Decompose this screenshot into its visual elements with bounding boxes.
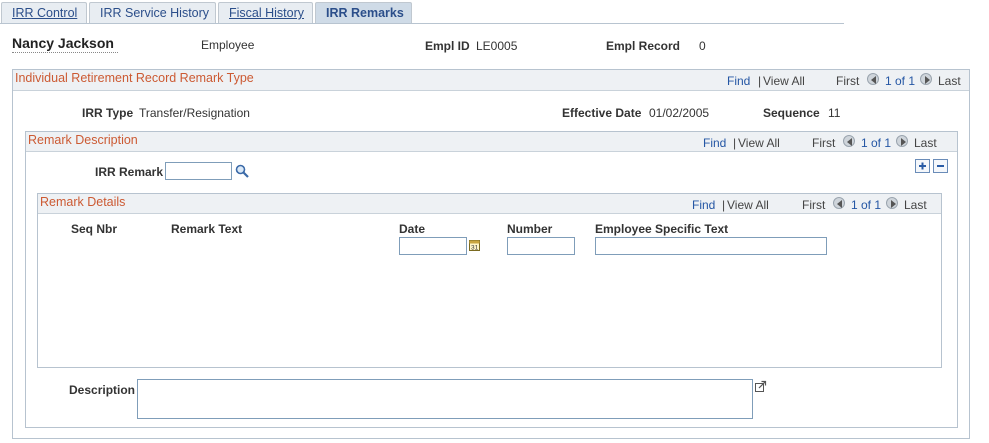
first-label: First [836, 74, 860, 88]
remark-type-panel: Individual Retirement Record Remark Type… [12, 69, 970, 439]
employee-role: Employee [201, 38, 255, 52]
remark-description-title: Remark Description [28, 133, 138, 147]
irr-type-label: IRR Type [82, 106, 134, 120]
sequence-label: Sequence [763, 106, 820, 120]
irr-type-value: Transfer/Resignation [139, 106, 250, 120]
remark-details-panel: Remark Details Find | View All First 1 o… [37, 193, 942, 368]
row-count: 1 of 1 [851, 198, 882, 212]
plus-icon[interactable] [915, 159, 930, 173]
tab-label: IRR Service History [100, 6, 210, 20]
tab-irr-service-history[interactable]: IRR Service History [89, 2, 216, 23]
remark-description-panel: Remark Description Find | View All First… [25, 131, 958, 428]
last-label: Last [914, 136, 937, 150]
previous-arrow-icon[interactable] [833, 197, 845, 209]
calendar-icon[interactable]: 31 [469, 239, 481, 255]
col-remark-text: Remark Text [171, 222, 243, 236]
remark-type-title: Individual Retirement Record Remark Type [15, 71, 254, 85]
description-textarea[interactable] [137, 379, 753, 419]
magnifier-icon[interactable] [235, 164, 249, 181]
tab-label: IRR Remarks [326, 6, 404, 20]
date-input[interactable] [399, 237, 467, 255]
first-label: First [802, 198, 826, 212]
next-arrow-icon[interactable] [920, 73, 932, 85]
tab-fiscal-history[interactable]: Fiscal History [218, 2, 313, 23]
last-label: Last [904, 198, 927, 212]
employee-name: Nancy Jackson [12, 35, 114, 51]
irr-remark-label: IRR Remark [95, 165, 164, 179]
col-date: Date [399, 222, 426, 236]
irr-remark-input[interactable] [165, 162, 232, 180]
next-arrow-icon[interactable] [886, 197, 898, 209]
previous-arrow-icon[interactable] [843, 135, 855, 147]
find-link[interactable]: Find [703, 136, 726, 150]
name-underline [12, 52, 118, 53]
previous-arrow-icon[interactable] [867, 73, 879, 85]
empl-id-value: LE0005 [476, 39, 518, 53]
find-link[interactable]: Find [727, 74, 750, 88]
empl-id-label: Empl ID [425, 39, 470, 53]
effective-date-label: Effective Date [562, 106, 642, 120]
effective-date-value: 01/02/2005 [649, 106, 710, 120]
employee-specific-text-input[interactable] [595, 237, 827, 255]
remark-description-header: Remark Description Find | View All First… [26, 132, 957, 152]
col-number: Number [507, 222, 553, 236]
find-link[interactable]: Find [692, 198, 715, 212]
tab-irr-remarks[interactable]: IRR Remarks [315, 2, 412, 23]
minus-icon[interactable] [933, 159, 948, 173]
empl-record-label: Empl Record [606, 39, 681, 53]
nav-separator: | [758, 74, 762, 88]
tab-label: Fiscal History [229, 6, 305, 20]
last-label: Last [938, 74, 961, 88]
nav-separator: | [733, 136, 737, 150]
next-arrow-icon[interactable] [896, 135, 908, 147]
remark-details-header: Remark Details Find | View All First 1 o… [38, 194, 941, 214]
number-input[interactable] [507, 237, 575, 255]
view-all-link[interactable]: View All [738, 136, 780, 150]
view-all-link[interactable]: View All [763, 74, 805, 88]
tab-label: IRR Control [12, 6, 78, 20]
row-count: 1 of 1 [861, 136, 892, 150]
nav-separator: | [722, 198, 726, 212]
sequence-value: 11 [828, 106, 841, 120]
view-all-link[interactable]: View All [727, 198, 769, 212]
col-employee-specific-text: Employee Specific Text [595, 222, 729, 236]
tab-irr-control[interactable]: IRR Control [1, 2, 87, 23]
svg-text:31: 31 [471, 245, 479, 252]
expand-textarea-icon[interactable] [755, 380, 767, 395]
first-label: First [812, 136, 836, 150]
col-seq-nbr: Seq Nbr [71, 222, 118, 236]
tab-divider [0, 23, 844, 24]
remark-details-title: Remark Details [40, 195, 126, 209]
row-count: 1 of 1 [885, 74, 916, 88]
description-label: Description [69, 383, 136, 397]
empl-record-value: 0 [699, 39, 706, 53]
remark-type-header: Individual Retirement Record Remark Type… [13, 70, 969, 91]
